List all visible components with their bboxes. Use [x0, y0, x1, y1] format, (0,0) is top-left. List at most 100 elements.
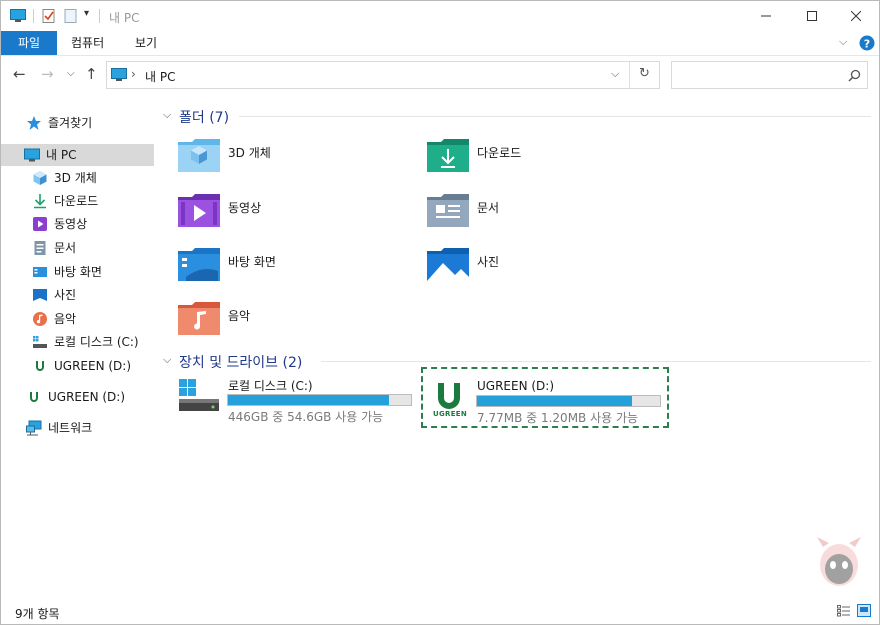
- breadcrumb-current[interactable]: 내 PC: [145, 68, 175, 85]
- folder-3d-objects[interactable]: 3D 개체: [178, 138, 418, 182]
- drive-c[interactable]: 로컬 디스크 (C:) 446GB 중 54.6GB 사용 가능: [177, 373, 417, 424]
- search-input[interactable]: [676, 65, 844, 87]
- star-icon: [27, 116, 41, 130]
- cube-icon: [33, 171, 47, 185]
- pictures-folder-icon: [427, 248, 469, 281]
- svg-text:?: ?: [864, 38, 870, 51]
- divider: [239, 116, 871, 117]
- collapse-drives-icon[interactable]: ⌵: [163, 353, 171, 367]
- folder-desktop[interactable]: 바탕 화면: [178, 247, 418, 291]
- sidebar-item-music[interactable]: 음악: [32, 308, 76, 330]
- folder-music[interactable]: 음악: [178, 301, 418, 345]
- sidebar-item-label: UGREEN (D:): [54, 359, 132, 373]
- sidebar-item-label: 3D 개체: [54, 171, 97, 185]
- music-folder-icon: [178, 302, 220, 335]
- network-icon: [26, 420, 42, 436]
- sidebar-item-downloads[interactable]: 다운로드: [32, 190, 98, 212]
- search-box[interactable]: [671, 61, 868, 89]
- drive-c-label: 로컬 디스크 (C:): [228, 379, 313, 393]
- address-history-icon[interactable]: ⌵: [611, 67, 619, 81]
- video-icon: [33, 217, 47, 231]
- maximize-icon: [807, 11, 817, 21]
- refresh-button[interactable]: ↻: [639, 66, 650, 81]
- sidebar-item-local-disk-c[interactable]: 로컬 디스크 (C:): [32, 331, 139, 353]
- hard-drive-icon: [33, 336, 47, 348]
- folder-pictures[interactable]: 사진: [427, 247, 667, 291]
- sidebar-item-videos[interactable]: 동영상: [32, 213, 87, 235]
- expand-ribbon-icon[interactable]: ⌵: [839, 35, 847, 49]
- folder-label: 음악: [228, 309, 251, 323]
- folder-label: 사진: [477, 255, 500, 269]
- breadcrumb-separator-icon[interactable]: ›: [131, 67, 136, 81]
- sidebar-item-3d-objects[interactable]: 3D 개체: [32, 167, 97, 189]
- folders-group-title[interactable]: 폴더 (7): [179, 107, 229, 127]
- sidebar-item-label: UGREEN (D:): [48, 390, 126, 404]
- drive-c-usage-bar: [227, 394, 412, 406]
- close-button[interactable]: [833, 1, 879, 31]
- folder-documents[interactable]: 문서: [427, 193, 667, 237]
- sidebar-item-network[interactable]: 네트워크: [26, 417, 92, 439]
- computer-icon[interactable]: [10, 9, 26, 23]
- file-explorer-window: ▾ 내 PC 파일 컴퓨터 보기 ⌵ ? ← → ⌵ ↑ › 내 PC ⌵ ↻: [0, 0, 880, 625]
- divider: [321, 361, 871, 362]
- desktop-folder-icon: [178, 248, 220, 281]
- mascot-watermark-icon: [817, 537, 861, 586]
- folder-videos[interactable]: 동영상: [178, 193, 418, 237]
- cube-folder-icon: [178, 139, 220, 172]
- pictures-icon: [33, 289, 47, 301]
- sidebar-item-pictures[interactable]: 사진: [32, 284, 76, 306]
- documents-folder-icon: [427, 194, 469, 227]
- drive-d-highlight[interactable]: UGREEN UGREEN (D:) 7.77MB 중 1.20MB 사용 가능: [421, 367, 669, 428]
- sidebar-item-label: 바탕 화면: [54, 265, 102, 279]
- video-folder-icon: [178, 194, 220, 227]
- ribbon-tabs: 파일 컴퓨터 보기 ⌵ ?: [1, 31, 879, 56]
- tab-file[interactable]: 파일: [1, 31, 57, 55]
- minimize-button[interactable]: [743, 1, 789, 31]
- drive-d-label: UGREEN (D:): [477, 379, 555, 393]
- folder-label: 동영상: [228, 201, 262, 215]
- maximize-button[interactable]: [789, 1, 835, 31]
- tab-view[interactable]: 보기: [123, 31, 169, 55]
- drive-c-usage-fill: [228, 395, 389, 405]
- computer-icon: [111, 68, 127, 81]
- sidebar-item-ugreen-d-root[interactable]: UGREEN (D:): [26, 386, 125, 408]
- sidebar-item-label: 동영상: [54, 217, 88, 231]
- sidebar-item-label: 네트워크: [48, 421, 93, 435]
- drive-d-free-space: 7.77MB 중 1.20MB 사용 가능: [477, 411, 639, 425]
- sidebar-item-quick-access[interactable]: 즐겨찾기: [26, 112, 92, 134]
- sidebar-item-documents[interactable]: 문서: [32, 237, 76, 259]
- customize-toolbar-icon[interactable]: ▾: [84, 8, 89, 19]
- folder-label: 문서: [477, 201, 500, 215]
- sidebar-item-ugreen-d[interactable]: UGREEN (D:): [32, 355, 131, 377]
- properties-icon[interactable]: [41, 9, 57, 23]
- recent-locations-icon[interactable]: ⌵: [67, 68, 75, 79]
- divider: [629, 62, 630, 88]
- drive-c-free-space: 446GB 중 54.6GB 사용 가능: [228, 410, 384, 424]
- sidebar-item-label: 내 PC: [46, 148, 77, 162]
- collapse-folders-icon[interactable]: ⌵: [163, 108, 171, 122]
- large-icons-view-icon[interactable]: [857, 604, 871, 617]
- back-button[interactable]: ←: [13, 65, 26, 83]
- forward-button[interactable]: →: [41, 65, 54, 83]
- help-icon[interactable]: ?: [859, 35, 875, 51]
- sidebar-item-label: 즐겨찾기: [48, 116, 93, 130]
- search-icon[interactable]: [848, 69, 861, 82]
- up-button[interactable]: ↑: [85, 65, 98, 83]
- sidebar-item-label: 문서: [54, 241, 77, 255]
- sidebar-item-this-pc[interactable]: 내 PC: [1, 144, 154, 166]
- divider: [33, 9, 34, 23]
- details-view-icon[interactable]: [837, 605, 851, 617]
- new-folder-icon[interactable]: [63, 9, 79, 23]
- drive-d-usage-bar: [476, 395, 661, 407]
- music-icon: [33, 312, 47, 326]
- folder-label: 3D 개체: [228, 146, 271, 160]
- drives-group-title[interactable]: 장치 및 드라이브 (2): [179, 352, 302, 372]
- address-bar[interactable]: › 내 PC ⌵ ↻: [106, 61, 660, 89]
- sidebar-item-desktop[interactable]: 바탕 화면: [32, 261, 102, 283]
- close-icon: [851, 11, 861, 21]
- sidebar-item-label: 사진: [54, 288, 77, 302]
- tab-computer[interactable]: 컴퓨터: [59, 31, 116, 55]
- folder-downloads[interactable]: 다운로드: [427, 138, 667, 182]
- drive-d-usage-fill: [477, 396, 632, 406]
- ugreen-logo-text: UGREEN: [433, 410, 468, 418]
